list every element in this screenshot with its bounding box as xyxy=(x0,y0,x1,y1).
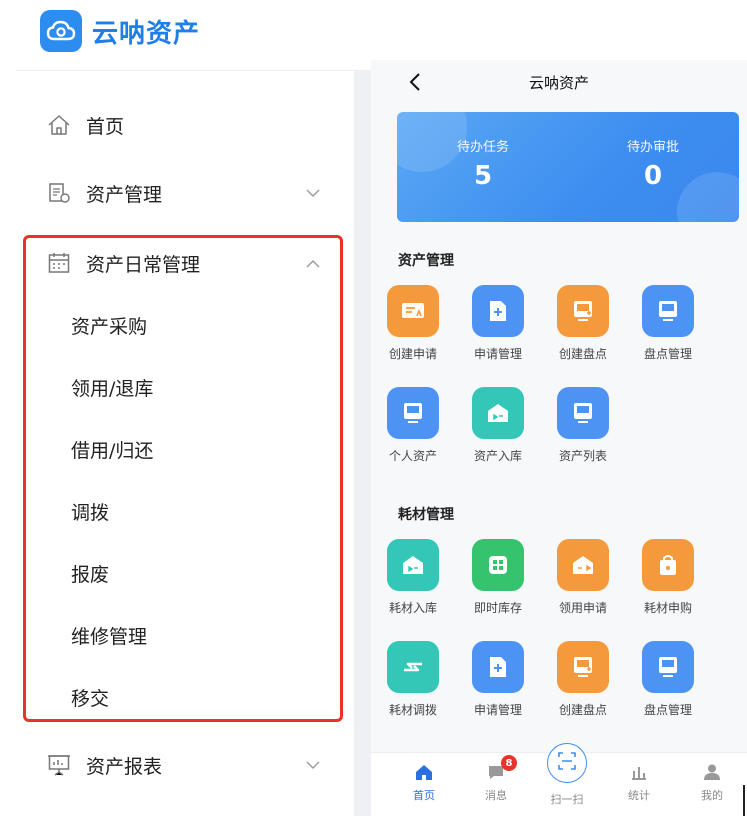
stat-label: 待办审批 xyxy=(626,140,679,155)
chevron-down-icon[interactable] xyxy=(304,756,322,774)
stat-pending-approvals[interactable]: 待办审批 0 xyxy=(583,136,723,191)
stats-icon xyxy=(628,761,650,783)
tile-create-request[interactable]: 创建申请 xyxy=(373,285,453,365)
sidebar-item-asset-management[interactable]: 资产管理 xyxy=(16,167,354,219)
tile-asset-inbound[interactable]: 资产入库 xyxy=(458,387,538,467)
swap-arrows-icon xyxy=(387,641,439,693)
apply-card-icon xyxy=(387,285,439,337)
tile-create-inventory[interactable]: 创建盘点 xyxy=(543,285,623,365)
warehouse-in-icon xyxy=(472,387,524,439)
stat-value: 5 xyxy=(473,161,493,191)
grid-stock-icon xyxy=(472,539,524,591)
tile-request-management[interactable]: 申请管理 xyxy=(458,641,538,721)
tab-scan[interactable] xyxy=(547,743,587,783)
tile-label: 耗材调拨 xyxy=(388,703,437,717)
tab-profile[interactable]: 我的 xyxy=(677,761,747,803)
app-header: 云呐资产 xyxy=(371,60,747,106)
tile-label: 申请管理 xyxy=(473,347,522,361)
tile-inventory-management[interactable]: 盘点管理 xyxy=(628,641,708,721)
inventory-plus-icon xyxy=(557,641,609,693)
edge-divider xyxy=(743,785,745,816)
message-icon: 8 xyxy=(485,755,517,783)
report-board-icon xyxy=(46,752,72,778)
home-icon xyxy=(46,112,72,138)
device-list-icon xyxy=(557,387,609,439)
panel-divider xyxy=(354,70,371,816)
tab-label: 统计 xyxy=(628,789,650,802)
tile-label: 盘点管理 xyxy=(643,703,692,717)
tile-realtime-stock[interactable]: 即时库存 xyxy=(458,539,538,619)
warehouse-out-icon xyxy=(557,539,609,591)
tab-label: 首页 xyxy=(413,789,435,802)
tile-label: 资产入库 xyxy=(473,449,522,463)
section-title: 耗材管理 xyxy=(398,507,454,523)
doc-plus-icon xyxy=(472,285,524,337)
tile-consumable-transfer[interactable]: 耗材调拨 xyxy=(373,641,453,721)
inventory-icon xyxy=(642,285,694,337)
tile-label: 个人资产 xyxy=(388,449,437,463)
warehouse-in-icon xyxy=(387,539,439,591)
stat-label: 待办任务 xyxy=(456,140,509,155)
bottom-tab-bar: 首页 8 消息 扫一扫 统计 我的 xyxy=(371,743,747,816)
asset-doc-icon xyxy=(46,180,72,206)
tile-consumable-inbound[interactable]: 耗材入库 xyxy=(373,539,453,619)
doc-plus-icon xyxy=(472,641,524,693)
tab-home[interactable]: 首页 xyxy=(389,761,459,803)
tile-personal-assets[interactable]: 个人资产 xyxy=(373,387,453,467)
tile-label: 领用申请 xyxy=(558,601,607,615)
tile-label: 申请管理 xyxy=(473,703,522,717)
bag-icon xyxy=(642,539,694,591)
sidebar-item-label: 资产管理 xyxy=(86,183,163,206)
tile-label: 资产列表 xyxy=(558,449,607,463)
tab-stats[interactable]: 统计 xyxy=(604,761,674,803)
stat-value: 0 xyxy=(643,161,663,191)
user-icon xyxy=(701,761,723,783)
device-icon xyxy=(387,387,439,439)
sidebar-item-label: 资产报表 xyxy=(86,755,163,778)
chevron-down-icon[interactable] xyxy=(304,184,322,202)
tile-label: 耗材申购 xyxy=(643,601,692,615)
inventory-plus-icon xyxy=(557,285,609,337)
tile-asset-list[interactable]: 资产列表 xyxy=(543,387,623,467)
brand-name: 云呐资产 xyxy=(92,18,201,49)
scan-icon xyxy=(557,751,577,775)
tile-create-inventory[interactable]: 创建盘点 xyxy=(543,641,623,721)
tile-label: 耗材入库 xyxy=(388,601,437,615)
unread-badge: 8 xyxy=(501,755,517,771)
tile-label: 创建盘点 xyxy=(558,703,607,717)
sidebar-item-label: 首页 xyxy=(86,115,125,138)
home-filled-icon xyxy=(413,761,435,783)
tab-label: 我的 xyxy=(701,789,723,802)
sidebar-item-home[interactable]: 首页 xyxy=(16,99,354,151)
section-title: 资产管理 xyxy=(398,253,454,269)
highlight-box xyxy=(23,235,343,722)
app-title: 云呐资产 xyxy=(528,74,589,92)
mobile-app: 云呐资产 待办任务 5 待办审批 0 资产管理 创建申请 申请管理 创建盘点 盘… xyxy=(371,60,747,816)
tile-label: 创建盘点 xyxy=(558,347,607,361)
todo-banner: 待办任务 5 待办审批 0 xyxy=(397,112,739,222)
inventory-icon xyxy=(642,641,694,693)
brand: 云呐资产 xyxy=(40,10,200,52)
tile-request-management[interactable]: 申请管理 xyxy=(458,285,538,365)
cloud-logo-icon xyxy=(40,10,82,52)
stat-pending-tasks[interactable]: 待办任务 5 xyxy=(413,136,553,191)
tile-label: 盘点管理 xyxy=(643,347,692,361)
tile-collect-request[interactable]: 领用申请 xyxy=(543,539,623,619)
tab-label: 扫一扫 xyxy=(550,793,584,806)
tile-label: 创建申请 xyxy=(388,347,437,361)
tile-label: 即时库存 xyxy=(473,601,522,615)
tile-consumable-purchase[interactable]: 耗材申购 xyxy=(628,539,708,619)
tab-messages[interactable]: 8 消息 xyxy=(461,755,531,803)
sidebar-item-asset-report[interactable]: 资产报表 xyxy=(16,739,354,791)
tile-inventory-management[interactable]: 盘点管理 xyxy=(628,285,708,365)
tab-label: 消息 xyxy=(485,789,507,802)
